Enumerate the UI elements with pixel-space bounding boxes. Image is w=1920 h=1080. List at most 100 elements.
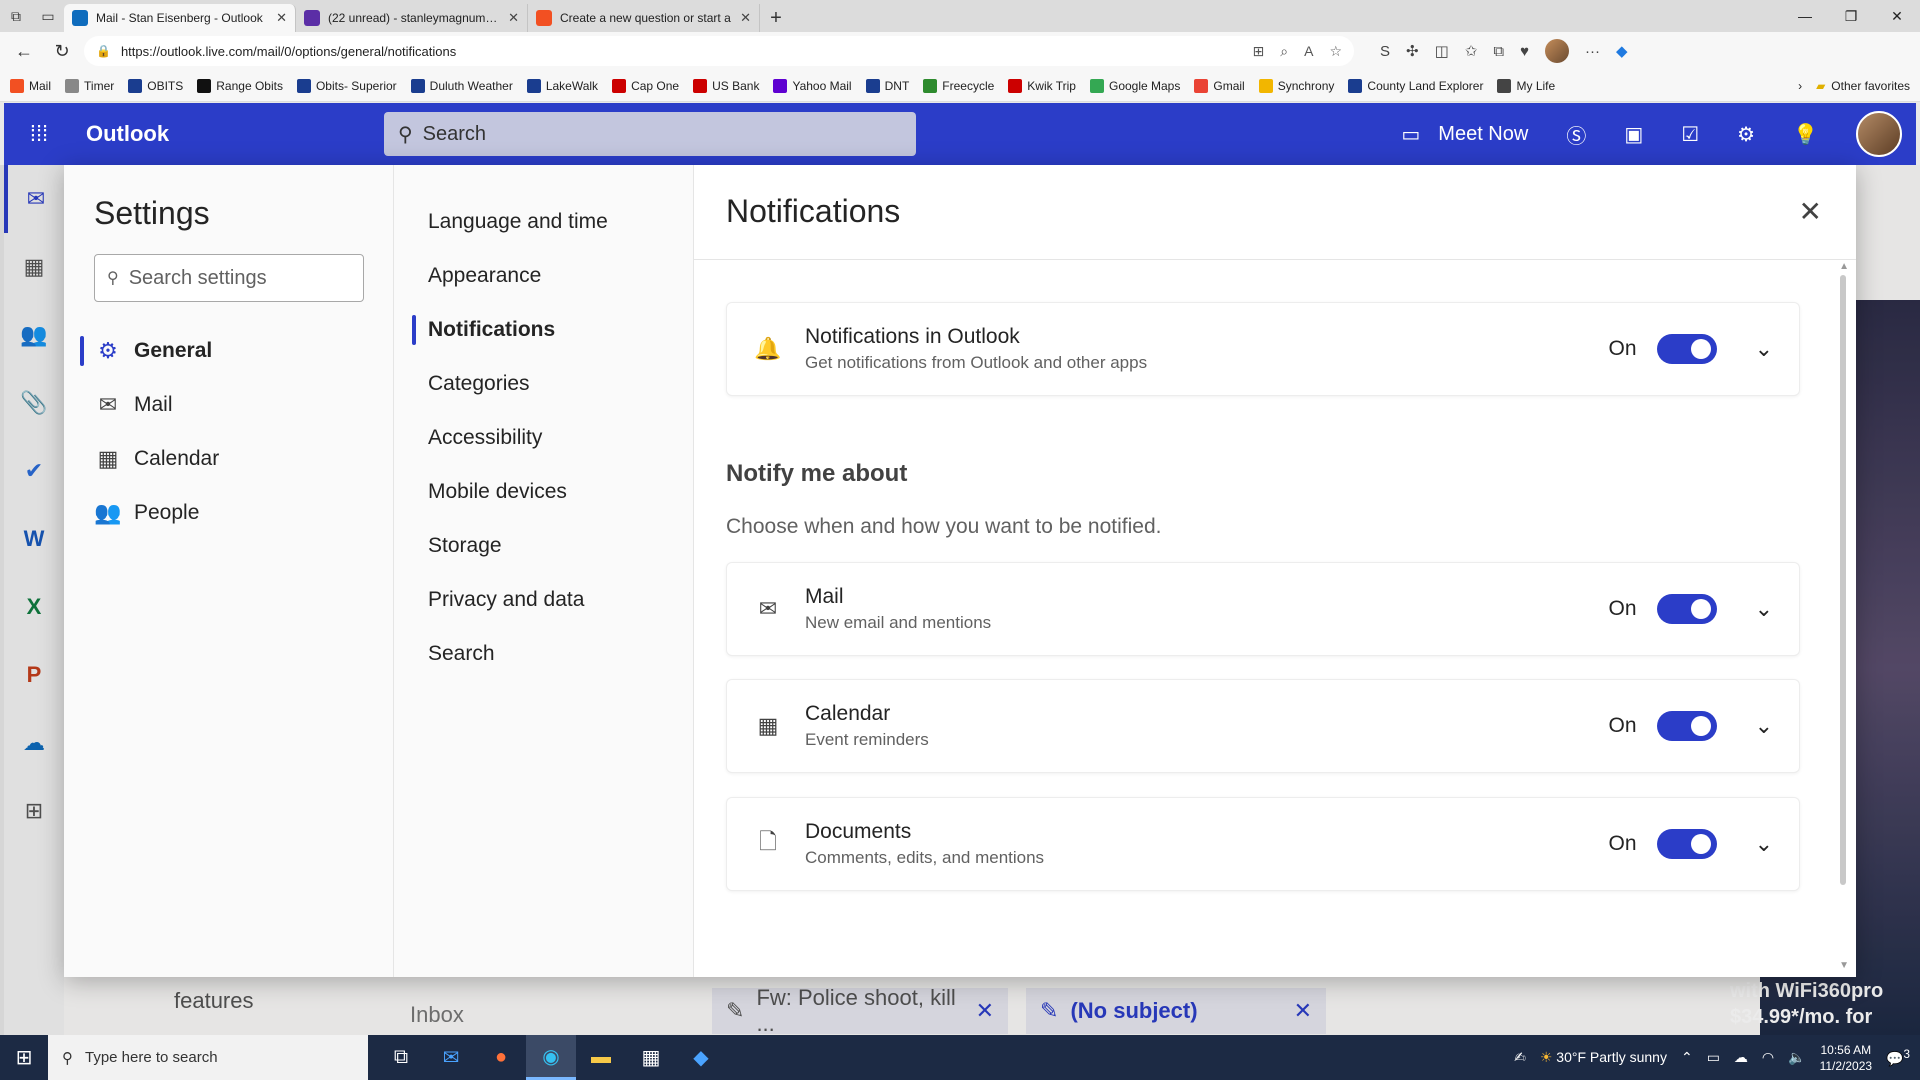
pen-icon[interactable]: ✍ [1514, 1049, 1526, 1066]
browser-tab-microsoft[interactable]: Create a new question or start a ✕ [528, 4, 760, 32]
windows-start-icon[interactable]: ⊞ [0, 1035, 48, 1080]
close-tab-icon[interactable]: ✕ [740, 10, 751, 26]
bookmark-item[interactable]: Synchrony [1258, 78, 1334, 93]
settings-category-people[interactable]: 👥 People [80, 486, 393, 540]
bookmark-item[interactable]: LakeWalk [526, 78, 598, 93]
notifications-in-outlook-card[interactable]: 🔔 Notifications in Outlook Get notificat… [726, 302, 1800, 396]
settings-subcategory-mobile-devices[interactable]: Mobile devices [412, 465, 693, 519]
tips-lightbulb-icon[interactable]: 💡 [1793, 122, 1818, 147]
read-aloud-icon[interactable]: A [1304, 43, 1313, 60]
firefox-icon[interactable]: ● [476, 1035, 526, 1080]
mail-search-box[interactable]: ⚲ Search [384, 112, 916, 156]
lock-icon[interactable]: 🔒 [96, 44, 111, 58]
settings-subcategory-accessibility[interactable]: Accessibility [412, 411, 693, 465]
bookmark-item[interactable]: Duluth Weather [410, 78, 513, 93]
search-settings-input[interactable]: ⚲ Search settings [94, 254, 364, 302]
bookmark-item[interactable]: OBITS [128, 78, 183, 93]
app-launcher-icon[interactable]: ⁞⁞⁞ [4, 103, 74, 165]
task-view-icon[interactable]: ⧉ [376, 1035, 426, 1080]
notification-center-icon[interactable]: 💬3 [1886, 1048, 1910, 1068]
bookmark-item[interactable]: Obits- Superior [296, 78, 397, 93]
workspaces-icon[interactable]: ⧉ [0, 0, 32, 32]
more-bookmarks-chevron-icon[interactable]: › [1798, 79, 1802, 93]
mail-toggle[interactable] [1656, 594, 1717, 624]
bookmark-item[interactable]: Mail [10, 78, 51, 93]
new-tab-button[interactable]: + [760, 4, 792, 32]
outlook-brand[interactable]: Outlook [74, 121, 384, 147]
close-window-icon[interactable]: ✕ [1874, 0, 1920, 32]
settings-subcategory-categories[interactable]: Categories [412, 357, 693, 411]
file-explorer-icon[interactable]: ▬ [576, 1035, 626, 1080]
bookmark-item[interactable]: Range Obits [197, 78, 283, 93]
browser-tab-outlook[interactable]: Mail - Stan Eisenberg - Outlook ✕ [64, 4, 296, 32]
profile-avatar[interactable] [1544, 39, 1569, 63]
mail-app-taskbar-icon[interactable]: ✉ [426, 1035, 476, 1080]
meet-now-button[interactable]: ▭ Meet Now [1401, 122, 1528, 147]
chevron-down-icon[interactable]: ⌄ [1755, 831, 1773, 857]
scrollbar[interactable] [1840, 275, 1846, 885]
mail-notification-card[interactable]: ✉ Mail New email and mentions On ⌄ [726, 562, 1800, 656]
settings-gear-icon[interactable]: ⚙ [1737, 122, 1755, 147]
close-tab-icon[interactable]: ✕ [508, 10, 519, 26]
chevron-up-icon[interactable]: ⌃ [1681, 1049, 1693, 1066]
skype-icon[interactable]: Ⓢ [1566, 120, 1586, 149]
scroll-up-arrow[interactable]: ▲ [1839, 261, 1849, 272]
other-favorites-folder[interactable]: ▰ Other favorites [1816, 79, 1910, 93]
edge-icon[interactable]: ◉ [526, 1035, 576, 1080]
collections-icon[interactable]: ⧉ [1493, 43, 1504, 60]
url-field[interactable]: 🔒 https://outlook.live.com/mail/0/option… [84, 36, 1354, 66]
teams-icon[interactable]: ▣ [1624, 122, 1643, 147]
settings-subcategory-privacy-and-data[interactable]: Privacy and data [412, 573, 693, 627]
bookmark-item[interactable]: Kwik Trip [1008, 78, 1076, 93]
bookmark-item[interactable]: Timer [65, 78, 114, 93]
more-icon[interactable]: ··· [1585, 43, 1600, 60]
my-day-icon[interactable]: ☑ [1681, 122, 1699, 147]
favorites-icon[interactable]: ✩ [1465, 42, 1478, 60]
bookmark-item[interactable]: DNT [865, 78, 909, 93]
bookmark-item[interactable]: Cap One [612, 78, 679, 93]
favorite-star-icon[interactable]: ☆ [1329, 43, 1342, 60]
settings-subcategory-search[interactable]: Search [412, 627, 693, 681]
tab-actions-icon[interactable]: ▭ [32, 0, 64, 32]
account-avatar[interactable] [1856, 111, 1902, 157]
scroll-down-arrow[interactable]: ▼ [1839, 960, 1849, 971]
restore-icon[interactable]: ❐ [1828, 0, 1874, 32]
bookmark-item[interactable]: Gmail [1194, 78, 1245, 93]
zoom-icon[interactable]: ⌕ [1280, 43, 1288, 60]
app-available-icon[interactable]: ⊞ [1253, 43, 1265, 60]
extensions-icon[interactable]: ✣ [1406, 42, 1419, 60]
network-icon[interactable]: ▭ [1707, 1049, 1720, 1066]
documents-toggle[interactable] [1656, 829, 1717, 859]
bookmark-item[interactable]: Google Maps [1089, 78, 1180, 93]
calculator-icon[interactable]: ▦ [626, 1035, 676, 1080]
settings-subcategory-language-and-time[interactable]: Language and time [412, 195, 693, 249]
chevron-down-icon[interactable]: ⌄ [1755, 713, 1773, 739]
calendar-notification-card[interactable]: ▦ Calendar Event reminders On ⌄ [726, 679, 1800, 773]
bookmark-item[interactable]: US Bank [693, 78, 759, 93]
performance-icon[interactable]: ♥ [1520, 43, 1529, 60]
onedrive-tray-icon[interactable]: ☁ [1734, 1049, 1748, 1066]
close-icon[interactable]: ✕ [1799, 195, 1822, 228]
settings-category-general[interactable]: ⚙ General [80, 324, 393, 378]
notifications-toggle[interactable] [1656, 334, 1717, 364]
split-screen-icon[interactable]: ◫ [1435, 42, 1449, 60]
settings-category-calendar[interactable]: ▦ Calendar [80, 432, 393, 486]
browser-tab-yahoo[interactable]: (22 unread) - stanleymagnum@y ✕ [296, 4, 528, 32]
settings-subcategory-notifications[interactable]: Notifications [412, 303, 693, 357]
clock[interactable]: 10:56 AM 11/2/2023 [1820, 1042, 1873, 1074]
paint-icon[interactable]: ◆ [676, 1035, 726, 1080]
minimize-icon[interactable]: — [1782, 0, 1828, 32]
chevron-down-icon[interactable]: ⌄ [1755, 336, 1773, 362]
close-tab-icon[interactable]: ✕ [276, 10, 287, 26]
bookmark-item[interactable]: My Life [1497, 78, 1555, 93]
chevron-down-icon[interactable]: ⌄ [1755, 596, 1773, 622]
bookmark-item[interactable]: Freecycle [923, 78, 994, 93]
documents-notification-card[interactable]: 🗋 Documents Comments, edits, and mention… [726, 797, 1800, 891]
taskbar-search-input[interactable]: ⚲ Type here to search [48, 1035, 368, 1080]
wifi-icon[interactable]: ◠ [1762, 1049, 1774, 1066]
copilot-icon[interactable]: ◆ [1616, 42, 1628, 60]
settings-category-mail[interactable]: ✉ Mail [80, 378, 393, 432]
settings-subcategory-appearance[interactable]: Appearance [412, 249, 693, 303]
bookmark-item[interactable]: County Land Explorer [1348, 78, 1483, 93]
volume-icon[interactable]: 🔈 [1788, 1049, 1805, 1066]
